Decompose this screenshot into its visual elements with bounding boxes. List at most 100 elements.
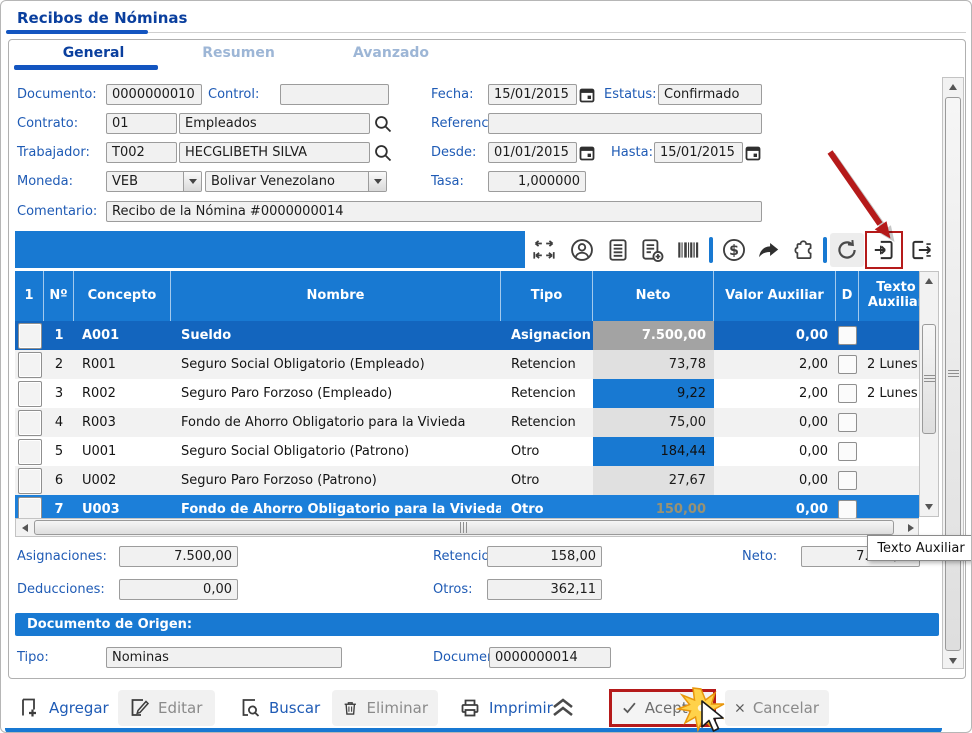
- agregar-button[interactable]: Agregar: [9, 690, 119, 726]
- cell-nombre: Seguro Paro Forzoso (Patrono): [171, 466, 501, 495]
- export-icon[interactable]: [904, 233, 938, 267]
- eliminar-button[interactable]: Eliminar: [332, 690, 438, 726]
- tipo-field[interactable]: Nominas: [106, 647, 342, 668]
- page-title: Recibos de Nóminas: [17, 9, 187, 27]
- table-row[interactable]: 5 U001 Seguro Social Obligatorio (Patron…: [15, 437, 919, 466]
- moneda-name-dropdown[interactable]: Bolivar Venezolano: [205, 171, 387, 192]
- d-checkbox[interactable]: [838, 413, 857, 432]
- cell-nombre: Fondo de Ahorro Obligatorio para la Vivi…: [171, 408, 501, 437]
- d-checkbox[interactable]: [838, 442, 857, 461]
- moneda-code-caret-icon[interactable]: [183, 172, 201, 191]
- user-icon[interactable]: [565, 233, 599, 267]
- scrollbar-thumb[interactable]: [34, 520, 894, 535]
- tab-avanzado[interactable]: Avanzado: [316, 45, 466, 65]
- resize-arrows-icon[interactable]: [527, 233, 561, 267]
- contrato-code-field[interactable]: 01: [106, 113, 177, 134]
- scroll-up-icon[interactable]: [943, 80, 963, 94]
- column-header[interactable]: Nº: [44, 271, 74, 321]
- table-row[interactable]: 6 U002 Seguro Paro Forzoso (Patrono) Otr…: [15, 466, 919, 495]
- scroll-right-icon[interactable]: [904, 519, 917, 536]
- buscar-button[interactable]: Buscar: [229, 690, 330, 726]
- documento-field[interactable]: 0000000010: [106, 84, 202, 105]
- trabajador-search-icon[interactable]: [373, 143, 393, 163]
- asignaciones-label: Asignaciones:: [17, 549, 107, 564]
- refresh-icon[interactable]: [830, 233, 864, 267]
- cell-valor-auxiliar: 2,00: [714, 379, 836, 408]
- desde-field[interactable]: 01/01/2015: [488, 142, 577, 163]
- collapse-chevrons-icon[interactable]: [549, 696, 577, 720]
- column-header[interactable]: Nombre: [171, 271, 501, 321]
- barcode-icon[interactable]: [671, 233, 705, 267]
- table-row[interactable]: 3 R002 Seguro Paro Forzoso (Empleado) Re…: [15, 379, 919, 408]
- scroll-up-icon[interactable]: [920, 274, 938, 288]
- cell-concepto: U002: [74, 466, 171, 495]
- editar-button[interactable]: Editar: [118, 690, 215, 726]
- cell-concepto: R001: [74, 350, 171, 379]
- document-icon[interactable]: [601, 233, 635, 267]
- tasa-field[interactable]: 1,000000: [488, 171, 586, 192]
- row-selector[interactable]: [18, 381, 42, 407]
- cell-concepto: A001: [74, 321, 171, 350]
- column-header[interactable]: D: [836, 271, 859, 321]
- currency-dollar-icon[interactable]: $: [717, 233, 751, 267]
- scroll-down-icon[interactable]: [920, 500, 938, 514]
- desde-calendar-icon[interactable]: [578, 142, 596, 163]
- column-header[interactable]: Concepto: [74, 271, 171, 321]
- origen-documento-field[interactable]: 0000000014: [489, 647, 611, 668]
- document-add-icon[interactable]: [635, 233, 669, 267]
- cell-tipo: Otro: [501, 466, 593, 495]
- documento-label: Documento:: [17, 87, 97, 102]
- estatus-field[interactable]: Confirmado: [658, 84, 762, 105]
- trash-icon: [342, 697, 359, 719]
- scroll-down-icon[interactable]: [943, 654, 963, 668]
- scrollbar-thumb[interactable]: [945, 97, 961, 651]
- row-selector[interactable]: [18, 439, 42, 465]
- column-header[interactable]: Neto: [593, 271, 714, 321]
- moneda-label: Moneda:: [17, 174, 73, 189]
- editar-label: Editar: [158, 699, 202, 717]
- table-row[interactable]: 1 A001 Sueldo Asignacion 7.500,00 0,00: [15, 321, 919, 350]
- scrollbar-thumb[interactable]: [922, 324, 936, 434]
- imprimir-button[interactable]: Imprimir: [449, 690, 563, 726]
- moneda-code-dropdown[interactable]: VEB: [106, 171, 202, 192]
- column-header[interactable]: 1: [15, 271, 44, 321]
- comentario-field[interactable]: Recibo de la Nómina #0000000014: [106, 201, 762, 222]
- hasta-field[interactable]: 15/01/2015: [654, 142, 743, 163]
- table-vertical-scrollbar[interactable]: [919, 271, 939, 517]
- table-horizontal-scrollbar[interactable]: [15, 518, 919, 537]
- plugin-puzzle-icon[interactable]: [787, 233, 821, 267]
- contrato-name-field[interactable]: Empleados: [179, 113, 370, 134]
- cell-neto: 73,78: [593, 350, 714, 379]
- d-checkbox[interactable]: [838, 500, 857, 519]
- referencia-field[interactable]: [488, 113, 762, 134]
- table-row[interactable]: 4 R003 Fondo de Ahorro Obligatorio para …: [15, 408, 919, 437]
- moneda-name-caret-icon[interactable]: [368, 172, 386, 191]
- contrato-search-icon[interactable]: [373, 114, 393, 134]
- row-selector[interactable]: [18, 323, 42, 349]
- d-checkbox[interactable]: [838, 326, 857, 345]
- d-checkbox[interactable]: [838, 355, 857, 374]
- d-checkbox[interactable]: [838, 384, 857, 403]
- fecha-field[interactable]: 15/01/2015: [488, 84, 577, 105]
- control-field[interactable]: [280, 84, 389, 105]
- cancelar-button[interactable]: Cancelar: [725, 690, 829, 726]
- fecha-calendar-icon[interactable]: [578, 84, 596, 105]
- table-row[interactable]: 2 R001 Seguro Social Obligatorio (Emplea…: [15, 350, 919, 379]
- forward-arrow-icon[interactable]: [752, 233, 786, 267]
- trabajador-name-field[interactable]: HECGLIBETH SILVA: [179, 142, 370, 163]
- panel-vertical-scrollbar[interactable]: [942, 77, 964, 669]
- column-header[interactable]: Valor Auxiliar: [714, 271, 836, 321]
- d-checkbox[interactable]: [838, 471, 857, 490]
- row-selector[interactable]: [18, 352, 42, 378]
- tab-general[interactable]: General: [26, 45, 161, 65]
- cell-tipo: Otro: [501, 437, 593, 466]
- toolbar-selection-bar[interactable]: [15, 231, 525, 268]
- tab-resumen[interactable]: Resumen: [166, 45, 311, 65]
- column-header[interactable]: Tipo: [501, 271, 593, 321]
- trabajador-code-field[interactable]: T002: [106, 142, 177, 163]
- row-selector[interactable]: [18, 468, 42, 494]
- column-header[interactable]: Texto Auxiliar: [859, 271, 919, 321]
- hasta-calendar-icon[interactable]: [744, 142, 762, 163]
- scroll-left-icon[interactable]: [18, 519, 31, 536]
- row-selector[interactable]: [18, 410, 42, 436]
